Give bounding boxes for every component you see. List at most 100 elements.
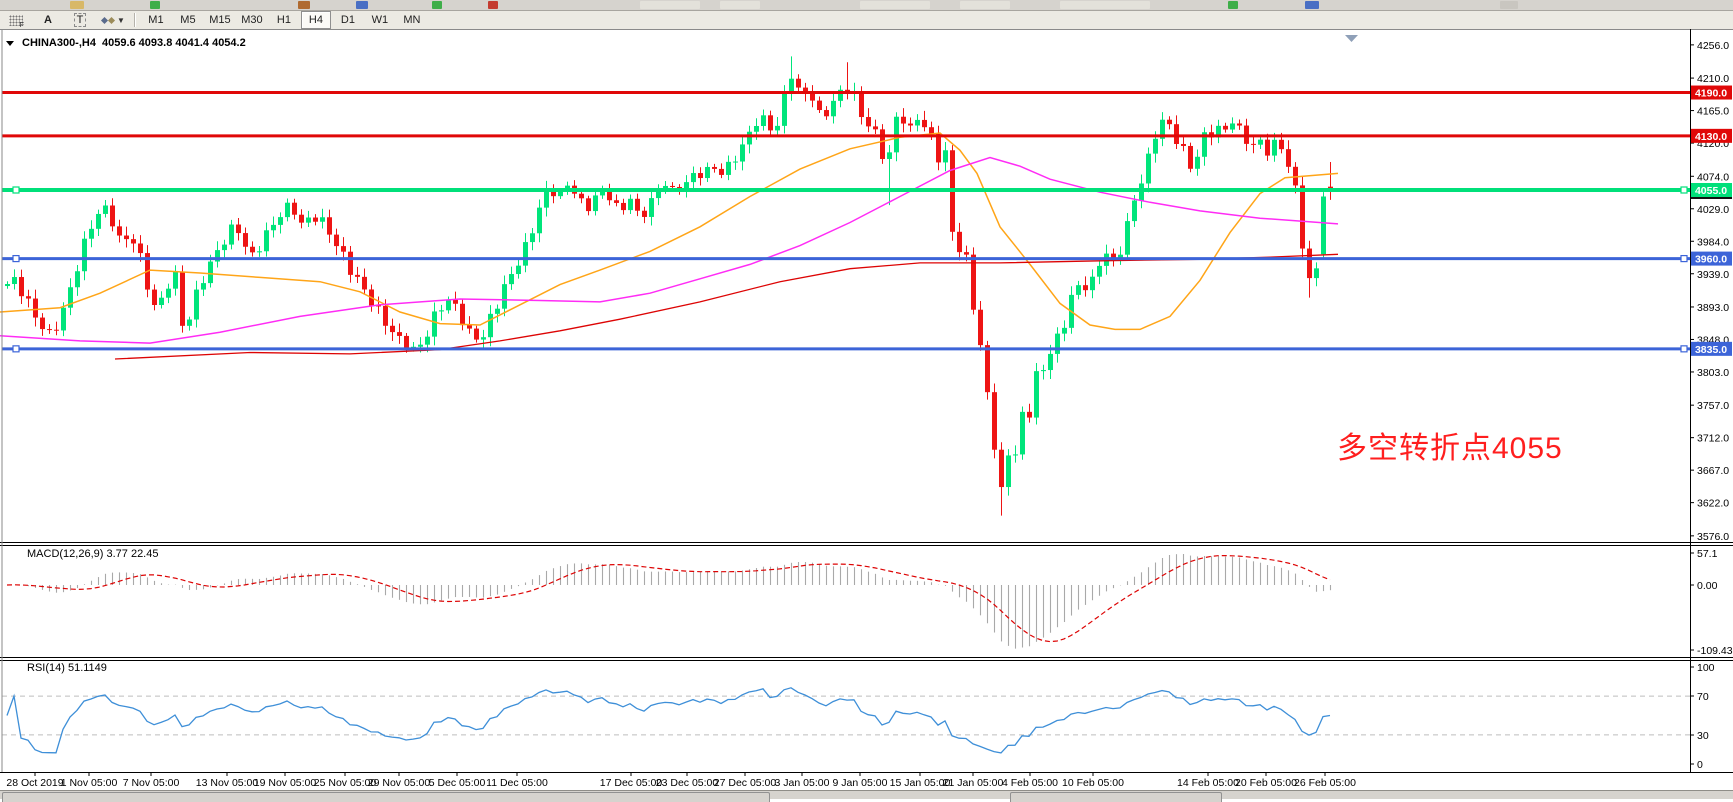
chevron-down-icon: ▼ [117,16,125,25]
crosshair-grid-icon[interactable]: F [1,11,31,29]
chart-window[interactable]: 4256.04210.04165.04120.04074.04029.03984… [0,29,1733,798]
svg-text:3576.0: 3576.0 [1697,531,1729,543]
text-label-button[interactable]: A [33,11,63,29]
svg-text:5 Dec 05:00: 5 Dec 05:00 [429,777,486,789]
toolbar-icon-fragment [640,1,700,9]
svg-text:4256.0: 4256.0 [1697,40,1729,52]
chart-title: CHINA300-,H4 4059.6 4093.8 4041.4 4054.2 [6,37,246,49]
toolbar-icon-fragment [432,1,442,9]
chart-ohlc-values: 4059.6 4093.8 4041.4 4054.2 [102,37,246,49]
price-chart-canvas[interactable]: 4256.04210.04165.04120.04074.04029.03984… [0,29,1733,798]
svg-text:7 Nov 05:00: 7 Nov 05:00 [123,777,180,789]
svg-text:70: 70 [1697,691,1709,703]
shapes-icon [108,16,115,23]
toolbar-separator [134,13,136,27]
macd-indicator-label: MACD(12,26,9) 3.77 22.45 [27,548,158,560]
svg-text:3622.0: 3622.0 [1697,498,1729,510]
svg-text:4029.0: 4029.0 [1697,204,1729,216]
timeframe-button-w1[interactable]: W1 [365,11,395,29]
line-handle[interactable] [1681,346,1687,352]
svg-text:26 Feb 05:00: 26 Feb 05:00 [1294,777,1356,789]
toolbar-icon-fragment [1305,1,1319,9]
svg-text:13 Nov 05:00: 13 Nov 05:00 [196,777,259,789]
svg-text:4190.0: 4190.0 [1695,88,1727,100]
svg-text:15 Jan 05:00: 15 Jan 05:00 [890,777,951,789]
svg-text:4210.0: 4210.0 [1697,73,1729,85]
text-object-icon: T [74,13,87,27]
svg-text:1 Nov 05:00: 1 Nov 05:00 [61,777,118,789]
line-handle[interactable] [13,256,19,262]
line-handle[interactable] [1681,187,1687,193]
shapes-dropdown-button[interactable]: ▼ [97,11,129,29]
chart-annotation-text: 多空转折点4055 [1337,423,1563,467]
timeframe-button-d1[interactable]: D1 [333,11,363,29]
svg-text:28 Oct 2019: 28 Oct 2019 [6,777,63,789]
svg-text:23 Dec 05:00: 23 Dec 05:00 [656,777,719,789]
svg-text:3712.0: 3712.0 [1697,433,1729,445]
symbol-dropdown-icon[interactable] [6,41,14,46]
svg-text:11 Dec 05:00: 11 Dec 05:00 [486,777,548,789]
toolbar-icon-fragment [488,1,498,9]
timeframe-group: M1M5M15M30H1H4D1W1MN [140,11,428,29]
rsi-indicator-label: RSI(14) 51.1149 [27,662,107,674]
cutoff-toolbar-strip[interactable] [0,0,1733,11]
line-handle[interactable] [13,346,19,352]
svg-text:27 Dec 05:00: 27 Dec 05:00 [714,777,777,789]
timeframe-button-m5[interactable]: M5 [173,11,203,29]
timeframe-button-m30[interactable]: M30 [237,11,267,29]
svg-text:4 Feb 05:00: 4 Feb 05:00 [1002,777,1058,789]
svg-text:3835.0: 3835.0 [1695,344,1727,356]
svg-text:0.00: 0.00 [1697,580,1718,592]
svg-text:3939.0: 3939.0 [1697,269,1729,281]
text-object-button[interactable]: T [65,11,95,29]
svg-text:0: 0 [1697,759,1703,771]
svg-text:4165.0: 4165.0 [1697,106,1729,118]
svg-text:19 Nov 05:00: 19 Nov 05:00 [254,777,317,789]
statusbar-segment [1010,792,1222,802]
timeframe-button-mn[interactable]: MN [397,11,427,29]
svg-text:9 Jan 05:00: 9 Jan 05:00 [833,777,888,789]
toolbar-icon-fragment [150,1,160,9]
svg-text:-109.43: -109.43 [1697,645,1733,657]
svg-text:3984.0: 3984.0 [1697,236,1729,248]
svg-text:21 Jan 05:00: 21 Jan 05:00 [943,777,1004,789]
toolbar-icon-fragment [356,1,368,9]
line-handle[interactable] [13,187,19,193]
toolbar-icon-fragment [70,1,84,9]
svg-text:17 Dec 05:00: 17 Dec 05:00 [600,777,663,789]
svg-text:3960.0: 3960.0 [1695,254,1727,266]
rsi-name: RSI(14) [27,662,65,674]
chart-symbol-timeframe: CHINA300-,H4 [22,37,96,49]
timeframe-button-m15[interactable]: M15 [205,11,235,29]
toolbar-icon-fragment [960,1,1010,9]
macd-values: 3.77 22.45 [106,548,158,560]
timeframe-button-m1[interactable]: M1 [141,11,171,29]
rsi-value: 51.1149 [68,662,107,674]
timeframe-button-h1[interactable]: H1 [269,11,299,29]
svg-text:20 Feb 05:00: 20 Feb 05:00 [1235,777,1297,789]
svg-text:3757.0: 3757.0 [1697,400,1729,412]
macd-name: MACD(12,26,9) [27,548,103,560]
svg-text:100: 100 [1697,662,1715,674]
svg-text:3 Jan 05:00: 3 Jan 05:00 [775,777,830,789]
svg-text:3667.0: 3667.0 [1697,465,1729,477]
toolbar-icon-fragment [860,1,930,9]
line-handle[interactable] [1681,256,1687,262]
timeframe-button-h4[interactable]: H4 [301,11,331,29]
chart-toolbar: F A T ▼ M1M5M15M30H1H4D1W1MN [0,11,1733,30]
svg-text:14 Feb 05:00: 14 Feb 05:00 [1177,777,1239,789]
svg-text:4074.0: 4074.0 [1697,171,1729,183]
svg-text:29 Nov 05:00: 29 Nov 05:00 [368,777,431,789]
toolbar-icon-fragment [1500,1,1518,9]
svg-text:4055.0: 4055.0 [1695,185,1727,197]
svg-text:57.1: 57.1 [1697,548,1718,560]
toolbar-icon-fragment [1228,1,1238,9]
toolbar-icon-fragment [1060,1,1150,9]
svg-text:10 Feb 05:00: 10 Feb 05:00 [1062,777,1124,789]
svg-text:4130.0: 4130.0 [1695,131,1727,143]
grid-icon: F [9,15,23,26]
svg-text:3893.0: 3893.0 [1697,302,1729,314]
toolbar-icon-fragment [298,1,310,9]
svg-text:3803.0: 3803.0 [1697,367,1729,379]
svg-text:30: 30 [1697,730,1709,742]
